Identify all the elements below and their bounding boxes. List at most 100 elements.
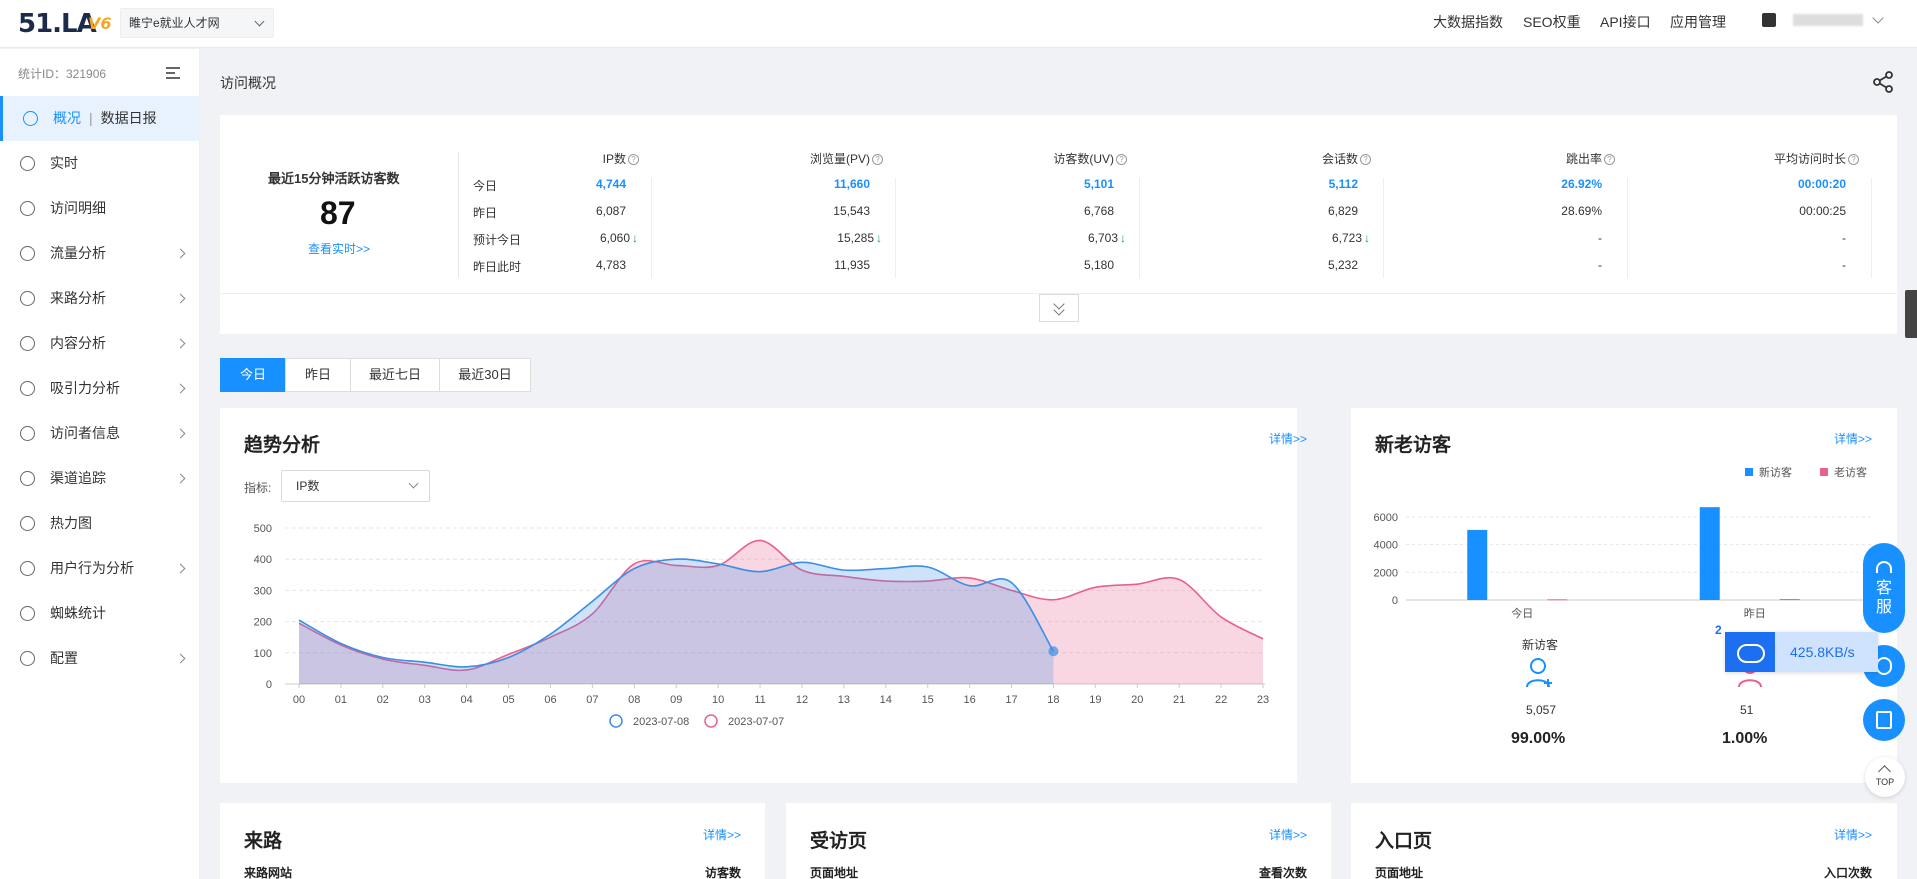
col-head-label: 浏览量(PV) [809,152,870,166]
y-tick-label: 0 [1392,595,1398,607]
help-icon[interactable]: ? [1848,154,1859,165]
new-visitor-icon [1526,658,1552,688]
help-icon[interactable]: ? [1116,154,1127,165]
cell-value: 6,060 [599,231,630,245]
back-to-top-button[interactable]: TOP [1865,757,1905,797]
sidebar-item-overview[interactable]: 概况 | 数据日报 [0,96,200,141]
new-old-detail-link[interactable]: 详情>> [1834,430,1872,447]
site-selector[interactable]: 睢宁e就业人才网 [120,8,274,38]
chevron-down-icon [254,16,265,27]
nav-app-manage[interactable]: 应用管理 [1670,12,1726,32]
help-icon[interactable]: ? [1604,154,1615,165]
tab-last-7-days[interactable]: 最近七日 [350,358,440,392]
help-icon[interactable]: ? [1360,154,1371,165]
cell-value: 15,285 [837,231,874,245]
sidebar-item-visitor-info[interactable]: 访问者信息 [0,411,200,456]
tab-today[interactable]: 今日 [220,358,286,392]
cell: 6,087 [595,204,626,218]
sidebar-item-label: 来路分析 [50,290,106,306]
nav-seo[interactable]: SEO权重 [1523,12,1581,32]
cell: 00:00:20 [1797,177,1846,191]
source-detail-link[interactable]: 详情>> [703,826,741,843]
legend-old-visitor: 老访客 [1820,464,1867,480]
cell: 4,783 [595,258,626,272]
col-head-visitors: 访客数 [705,866,742,879]
user-icon[interactable] [1762,13,1776,27]
sidebar-item-content[interactable]: 内容分析 [0,321,200,366]
users-icon [20,561,35,576]
site-name: 睢宁e就业人才网 [129,16,220,30]
sidebar-item-channel[interactable]: 渠道追踪 [0,456,200,501]
sidebar-item-config[interactable]: 配置 [0,636,200,681]
user-name-blurred[interactable] [1793,14,1863,26]
x-tick-label: 昨日 [1744,607,1766,620]
sidebar-item-source[interactable]: 来路分析 [0,276,200,321]
cell-value: 6,703 [1087,231,1118,245]
visited-page-detail-link[interactable]: 详情>> [1269,826,1307,843]
tab-yesterday[interactable]: 昨日 [285,358,351,392]
series-last-point [1048,646,1059,657]
help-icon[interactable]: ? [628,154,639,165]
network-speed-widget[interactable]: 2 425.8KB/s [1715,623,1878,672]
new-visitor-percent: 99.00% [1511,730,1566,747]
cell-forecast: 6,703 ↓ [1088,231,1126,245]
help-icon[interactable]: ? [872,154,883,165]
chevron-right-icon [175,563,186,574]
y-tick-label: 200 [254,617,272,629]
document-icon [20,336,35,351]
entry-page-detail-link[interactable]: 详情>> [1834,826,1872,843]
dashboard-icon [23,111,38,126]
sidebar-item-user-behavior[interactable]: 用户行为分析 [0,546,200,591]
collapse-menu-icon[interactable] [166,67,180,79]
trend-detail-link[interactable]: 详情>> [1269,430,1307,447]
bar-新访客 [1467,529,1488,600]
legend-new-visitor: 新访客 [1745,464,1792,480]
view-realtime-link[interactable]: 查看实时>> [308,240,370,257]
sidebar-item-attraction[interactable]: 吸引力分析 [0,366,200,411]
source-panel [220,803,765,879]
x-tick-label: 00 [293,694,305,706]
legend-label: 老访客 [1834,467,1867,479]
chat-icon [1876,657,1892,675]
sidebar-item-traffic[interactable]: 流量分析 [0,231,200,276]
col-head-label: 会话数 [1321,152,1358,166]
clock-icon [20,156,35,171]
sidebar-item-visit-detail[interactable]: 访问明细 [0,186,200,231]
x-tick-label: 11 [754,694,765,706]
new-old-chart: 0 2000 4000 6000 今日 昨日 [1374,507,1871,620]
tab-last-30-days[interactable]: 最近30日 [439,358,531,392]
sidebar-item-daily-report[interactable]: 数据日报 [101,110,157,126]
chevron-down-icon [408,478,419,489]
y-tick-label: 300 [254,585,272,597]
logo[interactable]: 51.LA [18,9,97,39]
legend-swatch [1820,468,1828,476]
sidebar-item-label: 访问者信息 [50,425,120,441]
cell: 4,744 [595,177,626,191]
customer-service-button[interactable]: 客服 [1863,543,1905,633]
sidebar-item-realtime[interactable]: 实时 [0,141,200,186]
sidebar-item-spider[interactable]: 蜘蛛统计 [0,591,200,636]
document-button[interactable] [1863,699,1905,741]
y-tick-label: 0 [266,679,272,691]
sidebar-item-heatmap[interactable]: 热力图 [0,501,200,546]
share-icon[interactable] [1871,70,1895,94]
cell: 5,232 [1327,258,1358,272]
edge-handle[interactable] [1905,290,1917,338]
y-tick-label: 400 [254,554,272,566]
cell: - [1842,231,1846,245]
bar-新访客 [1699,507,1720,600]
expand-stats-button[interactable] [1039,294,1079,322]
col-head-label: 跳出率 [1565,152,1602,166]
nav-big-data[interactable]: 大数据指数 [1433,12,1503,32]
metric-select[interactable]: IP数 [281,470,430,502]
active-visitors-title: 最近15分钟活跃访客数 [268,171,400,186]
x-tick-label: 05 [502,694,514,706]
sidebar-item-label: 热力图 [50,515,92,531]
metric-select-value: IP数 [296,479,320,493]
y-tick-label: 6000 [1374,512,1398,524]
sidebar-item-label: 渠道追踪 [50,470,106,486]
nav-api[interactable]: API接口 [1600,12,1651,32]
col-head-bounce: 跳出率? [1566,150,1615,167]
chevron-down-icon[interactable] [1872,12,1884,24]
sidebar-item-label: 实时 [50,155,78,171]
